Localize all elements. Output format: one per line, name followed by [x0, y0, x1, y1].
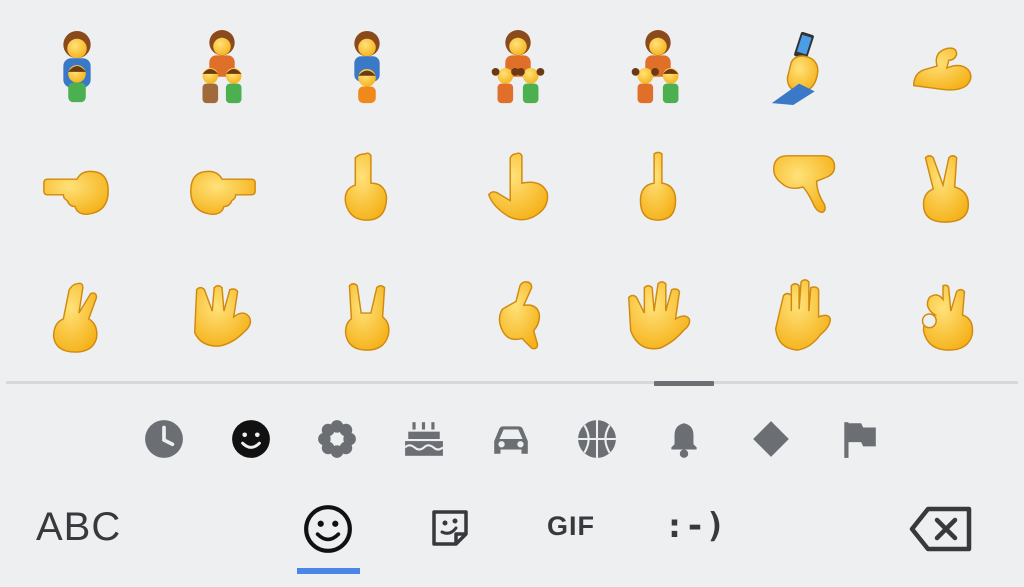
- emoticon-label: :-): [664, 506, 726, 546]
- emoji-middle-finger[interactable]: [598, 127, 718, 247]
- emoji-family-woman-girl-girl[interactable]: [458, 8, 578, 128]
- food-icon[interactable]: [402, 417, 446, 461]
- emoji-raised-hand[interactable]: [743, 255, 863, 375]
- emoji-crossed-fingers[interactable]: [17, 255, 137, 375]
- smileys-icon[interactable]: [229, 417, 273, 461]
- flags-icon[interactable]: [837, 417, 881, 461]
- emoji-pointing-down[interactable]: [743, 127, 863, 247]
- emoji-family-woman-girl-boy[interactable]: [307, 8, 427, 128]
- emoji-flexed-biceps[interactable]: [883, 8, 1003, 128]
- abc-keyboard-button[interactable]: ABC: [36, 504, 121, 550]
- backspace-icon: [909, 506, 972, 552]
- sports-icon[interactable]: [575, 417, 619, 461]
- page-scroll-indicator[interactable]: [654, 381, 714, 386]
- objects-icon[interactable]: [662, 417, 706, 461]
- emoji-tab-button[interactable]: [300, 503, 356, 555]
- sticker-icon: [432, 510, 468, 546]
- emoji-panel-divider: [6, 381, 1018, 384]
- emoji-sign-of-the-horns[interactable]: [307, 255, 427, 375]
- backspace-button[interactable]: [906, 503, 976, 555]
- travel-icon[interactable]: [489, 417, 533, 461]
- emoji-backhand-index-pointing-up[interactable]: [458, 127, 578, 247]
- sticker-tab-button[interactable]: [427, 505, 473, 551]
- emoticon-tab-button[interactable]: :-): [664, 503, 725, 549]
- active-tab-underline: [297, 568, 360, 574]
- symbols-icon[interactable]: [749, 417, 793, 461]
- emoji-ok-hand[interactable]: [883, 255, 1003, 375]
- gif-tab-button[interactable]: GIF: [538, 506, 604, 546]
- nature-icon[interactable]: [315, 417, 359, 461]
- emoji-raised-hand-fingers-splayed[interactable]: [598, 255, 718, 375]
- emoji-family-woman-boy-boy[interactable]: [162, 8, 282, 128]
- emoji-selfie[interactable]: [743, 8, 863, 128]
- gif-label: GIF: [547, 510, 595, 541]
- recent-icon[interactable]: [142, 417, 186, 461]
- emoji-family-woman-boy[interactable]: [17, 8, 137, 128]
- smiley-icon: [304, 505, 352, 553]
- emoji-vulcan-salute[interactable]: [162, 255, 282, 375]
- emoji-victory-hand[interactable]: [883, 127, 1003, 247]
- emoji-call-me-hand[interactable]: [458, 255, 578, 375]
- emoji-pointing-left[interactable]: [17, 127, 137, 247]
- emoji-pointing-right[interactable]: [162, 127, 282, 247]
- emoji-grid: [0, 0, 1024, 380]
- emoji-index-pointing-up[interactable]: [307, 127, 427, 247]
- emoji-family-woman-girl-girl-2[interactable]: [598, 8, 718, 128]
